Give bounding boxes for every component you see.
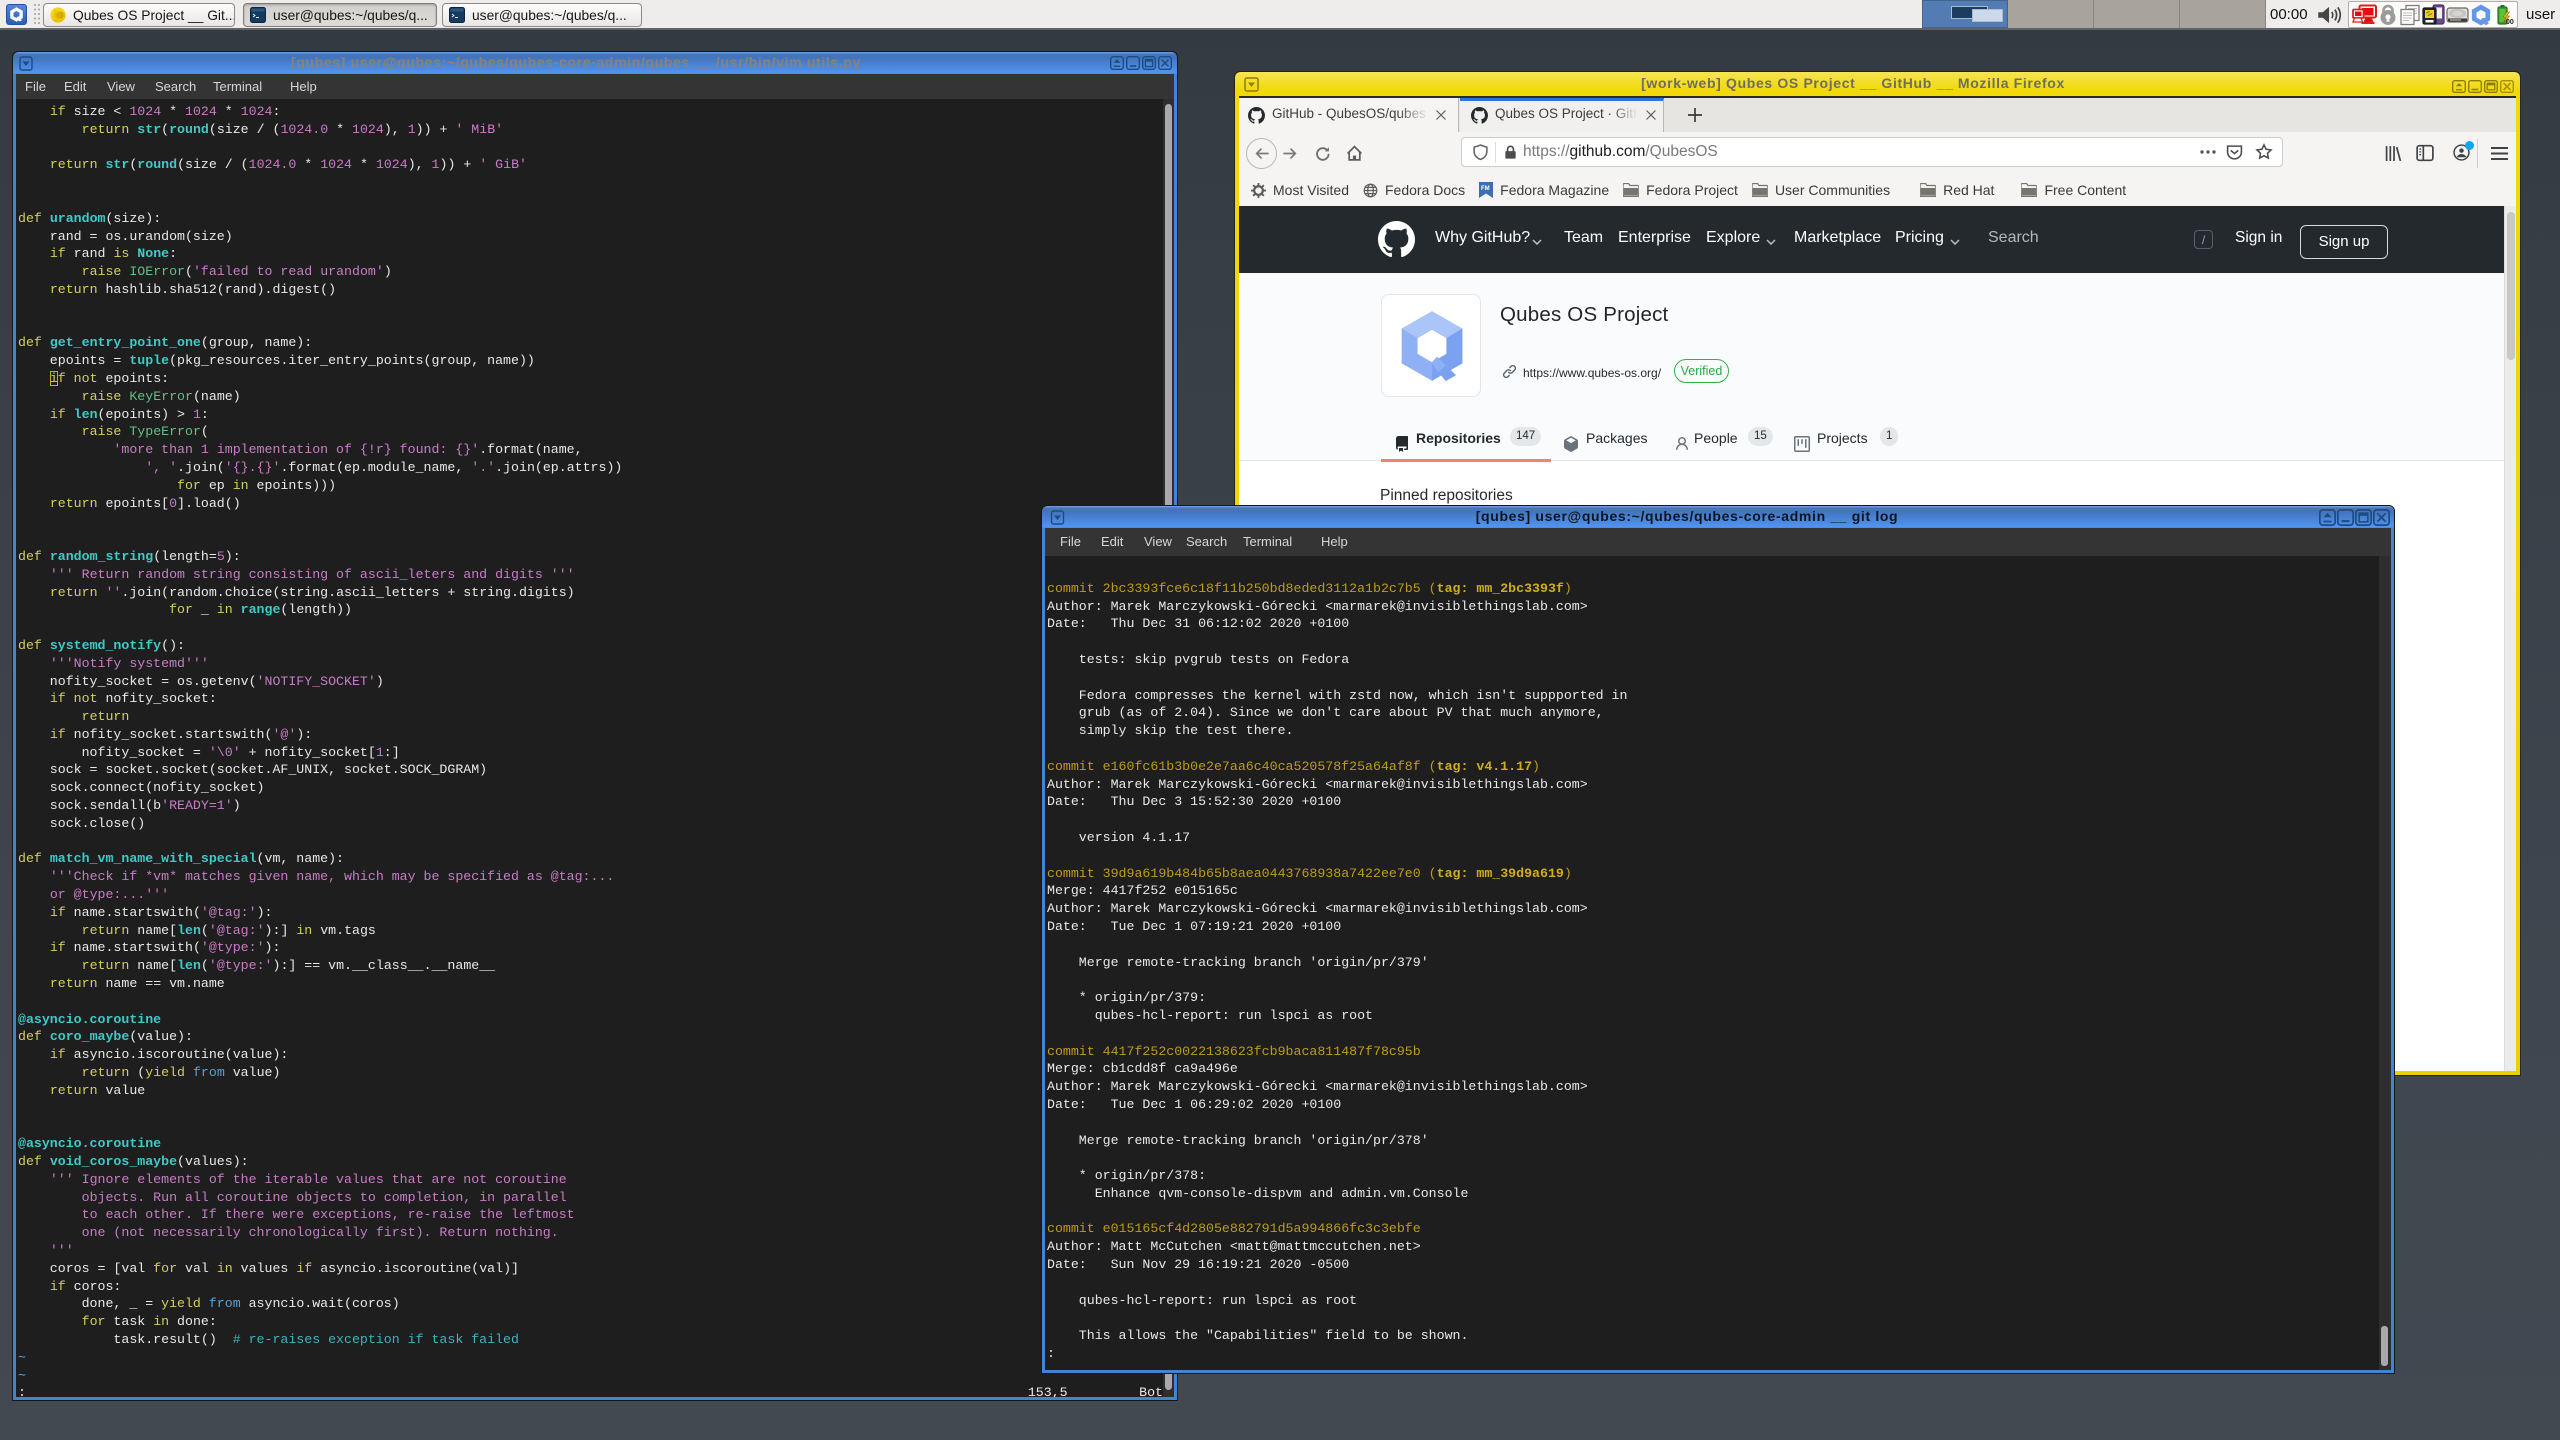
svg-text:FM: FM [1481, 186, 1490, 192]
svg-text:00: 00 [2506, 19, 2514, 26]
